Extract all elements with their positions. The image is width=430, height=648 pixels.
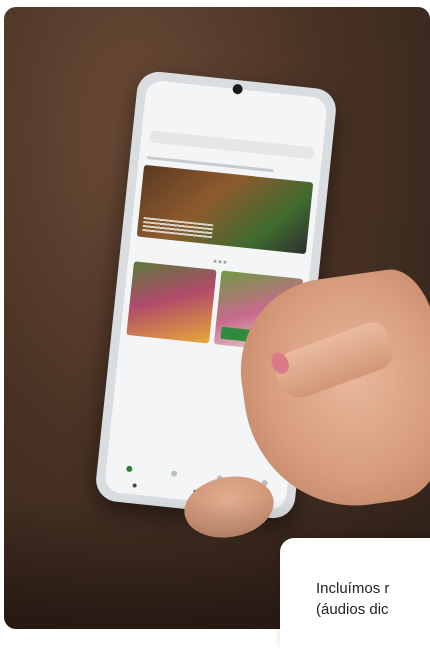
home-icon	[125, 465, 133, 473]
photo-background	[4, 7, 430, 629]
caption-line-2: (áudios dic	[316, 601, 389, 618]
product-card	[126, 261, 217, 344]
featured-article-card	[136, 164, 314, 255]
search-bar	[148, 130, 315, 160]
caption-line-1: Incluímos r	[316, 580, 390, 597]
caption-text: Incluímos r (áudios dic	[316, 578, 430, 620]
caption-card: Incluímos r (áudios dic	[280, 538, 430, 648]
nav-icon	[171, 470, 178, 477]
back-icon	[132, 483, 138, 488]
featured-article-caption	[142, 217, 214, 239]
